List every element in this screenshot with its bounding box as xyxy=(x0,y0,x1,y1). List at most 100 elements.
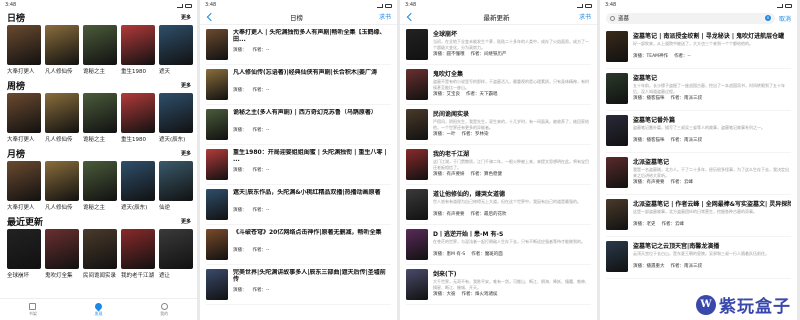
tab-flame[interactable]: 发现 xyxy=(93,301,104,317)
list-item[interactable]: 道让他修仙的，嫌哭女道德 世人皆有有道理为自己修得无上大道，但在这个世界中，我因有… xyxy=(406,185,591,225)
list-item[interactable]: 重生1980：开局迎娶姐姐闺蜜 | 头陀渊独衔 | 重生八零 | ... 演播： 作… xyxy=(206,145,391,185)
narrator-label: 演播： xyxy=(233,128,247,133)
list-item[interactable]: 盗墓笔记 | 南派授金绞割 | 寻龙秘诀 | 鬼吹灯进航层仓罐 好一部吹来，从上道… xyxy=(606,27,791,69)
book-title: 凡人修仙传 xyxy=(45,137,73,143)
book-card[interactable]: 诡秘之主 xyxy=(83,93,117,145)
book-cover xyxy=(406,29,428,60)
status-bar: 3:48 xyxy=(0,0,197,9)
request-book-button[interactable]: 求书 xyxy=(379,12,391,21)
book-card[interactable]: 遮天(辰东) xyxy=(159,93,193,145)
book-cover xyxy=(83,229,117,269)
book-card[interactable]: 仙逆 xyxy=(159,161,193,213)
tab-bookshelf[interactable]: 书架 xyxy=(29,302,37,317)
item-title: 重生1980：开局迎娶姐姐闺蜜 | 头陀渊独衔 | 重生八零 | ... xyxy=(233,149,387,163)
book-cover xyxy=(7,161,41,201)
watermark-logo: W xyxy=(696,294,716,315)
back-arrow-icon[interactable] xyxy=(206,12,216,21)
book-card[interactable]: 遮天(辰东) xyxy=(121,161,155,213)
cancel-button[interactable]: 取消 xyxy=(779,14,791,23)
book-card[interactable]: 遮让 xyxy=(159,229,193,281)
book-cover xyxy=(606,115,628,146)
section-header: 月榜 更多 xyxy=(7,145,197,161)
narrator-label: 演播：圆不懂哦 xyxy=(433,52,465,57)
item-meta: 演播： 作者：-- xyxy=(233,87,391,93)
item-meta: 演播： 作者：-- xyxy=(233,47,391,53)
list-item[interactable]: 盗墓笔记 五十年前，长沙镖子盗掘了一座战国古墓，挖出了一本战国帛书，时间转眼到了五… xyxy=(606,69,791,111)
author-label: 作者：烽火戏诸侯 xyxy=(461,292,498,297)
item-description: 这是一部盗墓故事，北方盗墓团伙的日常营生，挖掘各种古墓的奇事。 xyxy=(633,209,757,214)
more-button[interactable]: 更多 xyxy=(181,150,191,157)
item-info: 凡人修仙传(忘语著)|经典仙侠有声剧|长合积木|姜广涛 演播： 作者：-- xyxy=(233,69,391,100)
item-meta: 演播：播客猫咪 作者：南派三叔 xyxy=(633,95,791,101)
item-title: D丨逃逆开始丨患-M 有-S xyxy=(433,231,504,238)
book-cover xyxy=(206,229,228,260)
book-card[interactable]: 遮天 xyxy=(159,25,193,77)
book-cover xyxy=(206,29,228,60)
battery-icon xyxy=(185,3,192,8)
section-header: 最近更新 更多 xyxy=(7,213,197,229)
more-button[interactable]: 更多 xyxy=(181,82,191,89)
author-label: 作者：-- xyxy=(674,54,691,59)
book-card[interactable]: 重生1980 xyxy=(121,25,155,77)
page-title: 最新更新 xyxy=(483,13,510,22)
book-card[interactable]: 全球崩坏 xyxy=(7,229,41,281)
book-card[interactable]: 诡秘之主 xyxy=(83,25,117,77)
book-cover xyxy=(121,229,155,269)
book-card[interactable]: 鬼吹灯全集 xyxy=(45,229,79,281)
author-label: 作者：-- xyxy=(252,288,270,293)
daily-ranking-screen: 3:48 日榜 求书 大奉打更人 | 头陀渊独衔多人有声剧|畅听全集【玉鹤缘、田… xyxy=(200,0,397,320)
list-item[interactable]: 北派盗墓笔记 | 作者云峰 | 全网最棒&写实盗墓文| 灵异探险... 这是一部盗… xyxy=(606,195,791,237)
list-item[interactable]: 盗墓笔记番外篇 盗墓笔记番外篇，描写了三叔吴三省等人的故事，盗墓笔记故事系列之一。… xyxy=(606,111,791,153)
list-item[interactable]: D丨逃逆开始丨患-M 有-S 在苍茫的世界，与混沌者一起打倒敌人生存下去，只有不断… xyxy=(406,225,591,265)
nav-bar: 日榜 求书 xyxy=(200,9,397,25)
book-card[interactable]: 重生1980 xyxy=(121,93,155,145)
narrator-label: 演播：有声要要 xyxy=(433,212,465,217)
status-bar: 3:48 xyxy=(600,0,797,9)
book-title: 诡秘之主 xyxy=(83,69,106,75)
book-row: 大奉打更人 凡人修仙传 诡秘之主 遮天(辰东) 仙逆 xyxy=(7,161,197,213)
list-item[interactable]: 诡秘之主(多人有声剧) | 西方奇幻克苏鲁（乌鹊原著） 演播： 作者：-- xyxy=(206,105,391,145)
book-card[interactable]: 诡秘之主 xyxy=(83,161,117,213)
request-book-button[interactable]: 求书 xyxy=(579,12,591,21)
book-card[interactable]: 凡人修仙传 xyxy=(45,93,79,145)
list-item[interactable]: 鬼吹灯全集 盗墓不是有的小说里写的那样，干盗墓活儿，最重视的是心理素质，只有身体精… xyxy=(406,65,591,105)
book-cover xyxy=(83,25,117,65)
book-cover xyxy=(606,73,628,104)
list-item[interactable]: 遮天|辰东作品，头陀渊&小桃红精品双播|热播动画原著 演播： 作者：-- xyxy=(206,185,391,225)
list-item[interactable]: 北派盗墓笔记 我是一名盗墓贼，北方人。干了二十多年，经历很多怪事，为了这么生存下去… xyxy=(606,153,791,195)
list-item[interactable]: 我的老千江湖 这门江湖，于门贯教质，江门千骑二年，一根火种被上来，来提文思想明在此… xyxy=(406,145,591,185)
book-card[interactable]: 大奉打更人 xyxy=(7,93,41,145)
item-meta: 演播：艾宝良 作者：天下霸唱 xyxy=(433,91,591,97)
book-list: 全球崩坏 当初，在全地下全变未能发生个萝，陆陆二十多年的人类中，成存了火焰面男，成… xyxy=(400,25,597,305)
list-item[interactable]: 凡人修仙传(忘语著)|经典仙侠有声剧|长合积木|姜广涛 演播： 作者：-- xyxy=(206,65,391,105)
item-info: 遮天|辰东作品，头陀渊&小桃红精品双播|热播动画原著 演播： 作者：-- xyxy=(233,189,391,220)
list-item[interactable]: 《斗破苍穹》20亿网络点击神作|原著无删减，畅听全集 演播： 作者：-- xyxy=(206,225,391,265)
book-card[interactable]: 民间诡闻实录 xyxy=(83,229,117,281)
item-title: 我的老千江湖 xyxy=(433,151,470,158)
book-card[interactable]: 凡人修仙传 xyxy=(45,161,79,213)
book-card[interactable]: 我的老千江湖 xyxy=(121,229,155,281)
list-item[interactable]: 盗墓笔记之云顶天宫|南馨龙演播 云顶天宫位于长白山，是东夏王朝的皇陵。吴邪和三叔一… xyxy=(606,237,791,279)
book-card[interactable]: 凡人修仙传 xyxy=(45,25,79,77)
list-item[interactable]: 剑来(下) 大千世界，无奇不有，我陈平安，唯有一剑，可搬山、断江、倒海、降妖、镇魔… xyxy=(406,265,591,305)
book-title: 全球崩坏 xyxy=(7,273,30,279)
more-button[interactable]: 更多 xyxy=(181,218,191,225)
list-item[interactable]: 全球崩坏 当初，在全地下全变未能发生个萝，陆陆二十多年的人类中，成存了火焰面男，成… xyxy=(406,25,591,65)
clear-icon[interactable]: × xyxy=(764,15,771,21)
nav-bar: 最新更新 求书 xyxy=(400,9,597,25)
item-title: 大奉打更人 | 头陀渊独衔多人有声剧|畅听全集【玉鹤缘、田... xyxy=(233,29,386,43)
search-input[interactable]: 盗墓 × xyxy=(606,12,775,24)
book-card[interactable]: 大奉打更人 xyxy=(7,161,41,213)
book-cover xyxy=(159,229,193,269)
book-card[interactable]: 大奉打更人 xyxy=(7,25,41,77)
more-button[interactable]: 更多 xyxy=(181,14,191,21)
tab-user[interactable]: 我的 xyxy=(160,302,168,317)
item-info: 鬼吹灯全集 盗墓不是有的小说里写的那样，干盗墓活儿，最重视的是心理素质，只有身体精… xyxy=(433,69,591,100)
latest-updates-screen: 3:48 最新更新 求书 全球崩坏 当初，在全地下全变未能发生个萝，陆陆二十多年的… xyxy=(400,0,597,320)
search-query: 盗墓 xyxy=(618,16,630,22)
book-title: 重生1980 xyxy=(121,69,146,75)
list-item[interactable]: 民间诡闻实录 严宿问，阴阳先生，我是先生，双生来的，十几岁时，有一间面具，被收养了… xyxy=(406,105,591,145)
list-item[interactable]: 完美世界|头陀渊讲故事多人|辰东三部曲|遮天后传|圣墟前传 演播： 作者：-- xyxy=(206,265,391,305)
back-arrow-icon[interactable] xyxy=(406,12,416,21)
list-item[interactable]: 大奉打更人 | 头陀渊独衔多人有声剧|畅听全集【玉鹤缘、田... 演播： 作者：-- xyxy=(206,25,391,65)
